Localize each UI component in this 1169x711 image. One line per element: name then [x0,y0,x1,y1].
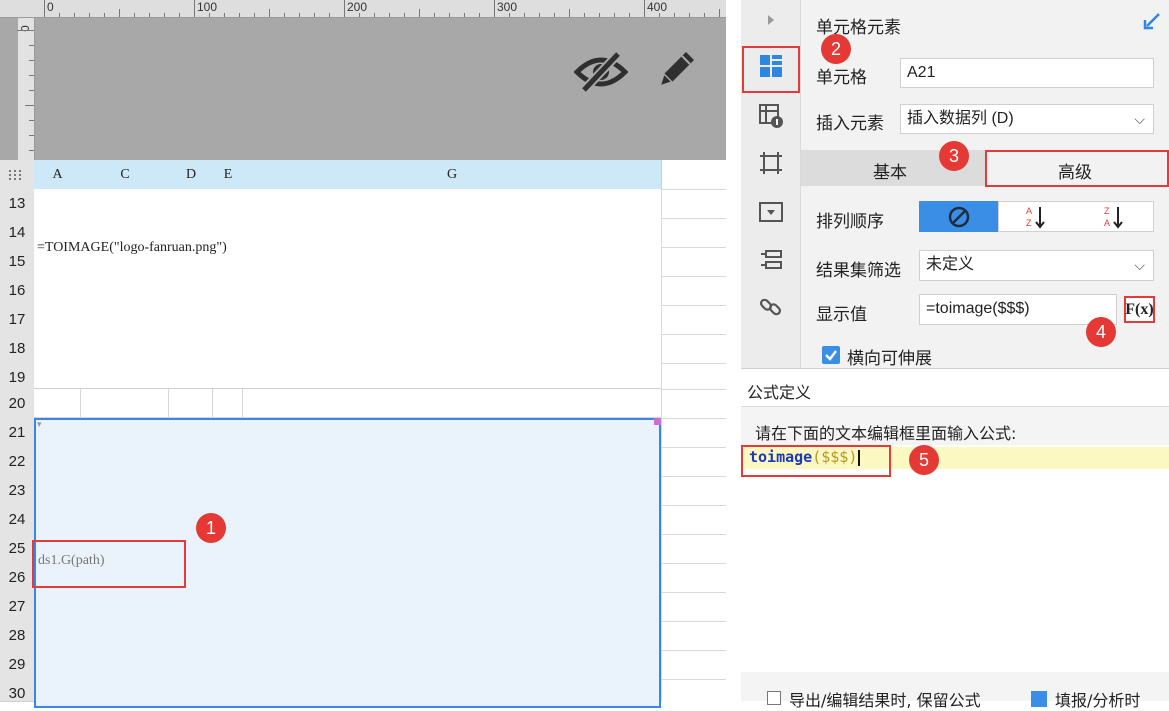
insert-element-label: 插入元素 [816,114,884,134]
fill-analysis-checkbox[interactable] [1031,691,1047,707]
spreadsheet: A C D E G 13 14 15 16 17 18 19 20 21 22 … [0,160,726,708]
tab-basic[interactable]: 基本 [873,158,907,183]
svg-text:Z: Z [1104,206,1110,216]
callout-1: 1 [196,513,226,543]
row-header[interactable]: 25 [0,534,34,564]
ruler-label-200: 200 [347,0,368,14]
row-header[interactable]: 15 [0,247,34,277]
row-header[interactable]: 23 [0,476,34,506]
grid-dots-icon[interactable] [0,160,35,189]
column-header-c[interactable]: C [81,160,170,189]
row-header[interactable]: 20 [0,389,34,419]
callout-5: 5 [909,445,939,475]
sort-none-button[interactable] [919,201,998,232]
highlight-box-5 [741,445,891,477]
collapse-panel-icon[interactable] [1143,12,1161,30]
chevron-down-icon: ⌵ [1134,111,1145,127]
checkmark-icon [825,350,837,361]
row-header[interactable]: 16 [0,276,34,306]
highlight-box-2 [742,46,800,93]
formula-cell[interactable]: =TOIMAGE("logo-fanruan.png") [37,240,227,256]
display-value-label: 显示值 [816,305,867,325]
expand-label: 横向可伸展 [847,349,932,369]
fill-analysis-label: 填报/分析时 [1055,691,1141,710]
row-header[interactable]: 24 [0,505,34,535]
expand-checkbox[interactable] [822,346,840,364]
horizontal-ruler: 0 100 200 300 400 [0,0,726,18]
svg-text:A: A [1104,218,1110,228]
insert-element-select[interactable]: 插入数据列 (D) ⌵ [900,104,1154,134]
panel-title: 单元格元素 [816,18,901,38]
border-icon[interactable] [741,143,801,183]
chevron-down-icon: ⌵ [1134,257,1145,273]
keep-formula-label: 导出/编辑结果时, 保留公式 [789,691,981,710]
ruler-label-0: 0 [47,0,54,14]
display-value-field[interactable]: =toimage($$$) [919,294,1117,325]
row-header[interactable]: 18 [0,334,34,364]
row-header[interactable]: 21 [0,418,34,448]
row-header[interactable]: 27 [0,592,34,622]
row-header[interactable]: 22 [0,447,34,477]
collapse-arrow-icon[interactable] [741,0,801,40]
row-header[interactable]: 13 [0,189,34,219]
result-filter-select[interactable]: 未定义 ⌵ [919,250,1154,281]
column-header-e[interactable]: E [213,160,244,189]
sort-order-label: 排列顺序 [816,212,884,232]
ruler-label-100: 100 [197,0,218,14]
eye-slash-icon[interactable] [574,50,628,94]
row-header[interactable]: 17 [0,305,34,335]
callout-4: 4 [1086,317,1116,347]
cell-label: 单元格 [816,68,867,88]
row-20-cells [34,389,661,418]
row-header[interactable]: 14 [0,218,34,248]
row-header[interactable]: 29 [0,650,34,680]
row-header[interactable]: 26 [0,563,34,593]
callout-2: 2 [821,34,851,64]
keep-formula-checkbox[interactable] [767,691,781,705]
ruler-label-300: 300 [497,0,518,14]
hyperlink-icon[interactable] [741,287,801,327]
column-header-d[interactable]: D [169,160,214,189]
column-header-g[interactable]: G [243,160,662,189]
callout-3: 3 [939,141,969,171]
widget-icon[interactable] [741,192,801,232]
formula-button[interactable]: F(x) [1124,296,1155,323]
highlight-box-3 [985,150,1169,187]
formula-editor[interactable]: toimage($$$) [741,445,1169,672]
sort-descending-icon[interactable]: ZA [1102,204,1132,230]
highlight-box-1 [32,540,186,588]
no-sort-icon [948,206,969,227]
sort-ascending-icon[interactable]: AZ [1024,204,1054,230]
vertical-ruler: 0 [17,18,35,160]
row-header[interactable]: 30 [0,679,34,702]
row-header[interactable]: 28 [0,621,34,651]
result-filter-label: 结果集筛选 [816,261,901,281]
insert-element-value: 插入数据列 (D) [907,110,1014,127]
column-header-a[interactable]: A [34,160,82,189]
pencil-icon[interactable] [652,46,700,94]
svg-text:A: A [1026,206,1032,216]
formula-dialog: 公式定义 请在下面的文本编辑框里面输入公式: toimage($$$) 5 导出… [741,368,1169,710]
result-filter-value: 未定义 [926,256,975,273]
cell-name-field[interactable]: A21 [900,58,1154,88]
formula-instruction: 请在下面的文本编辑框里面输入公式: [755,424,1017,443]
svg-text:Z: Z [1026,218,1032,228]
dialog-title: 公式定义 [747,383,812,402]
cell-attribute-icon[interactable] [741,96,801,136]
condition-attribute-icon[interactable] [741,240,801,280]
ruler-label-400: 400 [647,0,668,14]
